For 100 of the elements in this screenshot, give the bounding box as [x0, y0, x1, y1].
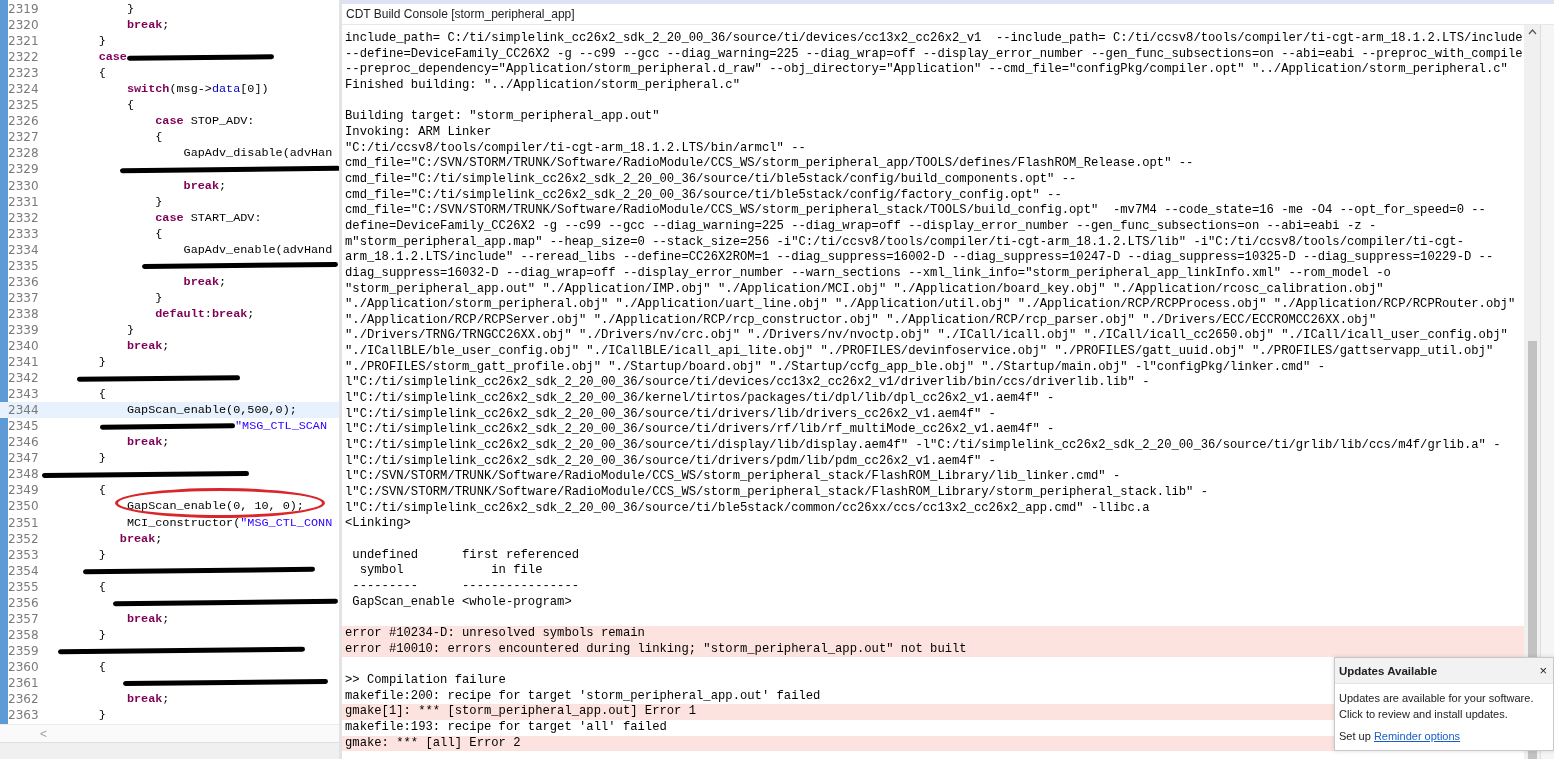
line-number: 2363 [7, 707, 40, 724]
code-line: break; [125, 17, 170, 34]
line-number: 2323 [7, 65, 40, 82]
code-line: { [97, 386, 106, 403]
code-line: { [97, 578, 106, 595]
line-number: 2332 [7, 209, 40, 226]
line-number: 2347 [7, 450, 40, 467]
console-line: include_path= C:/ti/simplelink_cc26x2_sdk_2_20_00_36/source/ti/devices/cc13x2_cc26x2_v1 --include_path= C:/ti/ccsv8/tools/compiler/ti-cgt-arm_18.1.2.LTS/include [345, 31, 1523, 45]
code-line: GapScan_enable(0,500,0); [125, 402, 297, 419]
scroll-up-icon[interactable] [1527, 29, 1537, 35]
console-line: l"C:/ti/simplelink_cc26x2_sdk_2_20_00_36/source/ti/display/lib/display.aem4f" -l"C:/ti/simplelink_cc26x2_sdk_2_20_00_36/source/ti/grlib/lib/ccs/m4f/grlib.a" - [345, 438, 1501, 453]
code-line: { [97, 658, 106, 675]
code-line: } [154, 193, 163, 210]
code-line: case START_ADV: [154, 209, 262, 226]
console-line: makefile:200: recipe for target 'storm_peripheral_app.out' failed [345, 688, 821, 703]
error-line: gmake[1]: *** [storm_peripheral_app.out] Error 1 [345, 704, 697, 719]
code-line: } [97, 626, 106, 643]
line-number: 2339 [7, 321, 40, 338]
console-line: l"C:/SVN/STORM/TRUNK/Software/RadioModule/CCS_WS/storm_peripheral_stack/FlashROM_Library/storm_peripheral_stack.lib" - [345, 485, 1208, 500]
console-line: --define=DeviceFamily_CC26X2 -g --c99 --gcc --diag_warning=225 --diag_wrap=off --display_error_number --gen_func_subsections=on --abi=eabi --preproc_with_compile [345, 46, 1523, 61]
code-line: break; [125, 691, 170, 708]
line-number: 2337 [7, 289, 40, 306]
code-line: } [97, 707, 106, 724]
line-number: 2319 [7, 1, 40, 17]
code-line: { [97, 65, 106, 82]
code-line: break; [125, 338, 170, 354]
console-line: GapScan_enable <whole-program> [351, 594, 572, 609]
console-line: undefined first referenced [351, 547, 580, 562]
console-line: define=DeviceFamily_CC26X2 -g --c99 --gcc --diag_warning=225 --diag_wrap=off --display_error_number --gen_func_subsections=on --abi=eabi -z - [345, 218, 1377, 233]
code-line: } [97, 450, 106, 467]
console-line: "storm_peripheral_app.out" "./Application/IMP.obj" "./Application/MCI.obj" "./Application/board_key.obj" "./Application/rcosc_calibration.obj" [345, 281, 1384, 296]
console-line: --preproc_dependency="Application/storm_peripheral.d_raw" --obj_directory="Application" --cmd_file="configPkg/compiler.opt" "../Application/storm_peripheral.c" [345, 62, 1508, 77]
code-line: } [97, 546, 106, 563]
line-number: 2333 [7, 225, 40, 242]
console-line: "./ICallBLE/ble_user_config.obj" "./ICallBLE/icall_api_lite.obj" "./PROFILES/devinfoservice.obj" "./PROFILES/gatt_uuid.obj" "./PROFILES/gattservapp_util.obj" [345, 344, 1494, 359]
console-line: l"C:/ti/simplelink_cc26x2_sdk_2_20_00_36/source/ti/drivers/lib/drivers_cc26x2_v1.aem4f" - [345, 406, 996, 421]
code-line: break; [182, 177, 227, 194]
code-line: GapAdv_disable(advHan [182, 145, 333, 162]
console-line: Finished building: "../Application/storm_peripheral.c" [345, 77, 740, 92]
line-number: 2326 [7, 113, 40, 130]
console-line: makefile:193: recipe for target 'all' failed [345, 719, 667, 734]
console-line: l"C:/ti/simplelink_cc26x2_sdk_2_20_00_36/source/ti/drivers/pdm/lib/pdm_cc26x2_v1.aem4f" - [345, 453, 996, 468]
code-line: { [154, 225, 163, 242]
line-number: 2324 [7, 81, 40, 98]
code-line: } [154, 289, 163, 306]
error-line: error #10010: errors encountered during linking; "storm_peripheral_app.out" not built [345, 641, 967, 656]
code-line: break; [125, 434, 170, 451]
line-number: 2320 [7, 17, 40, 34]
console-line: l"C:/ti/simplelink_cc26x2_sdk_2_20_00_36/source/ti/ble5stack/common/cc26xx/ccs/cc13x2_cc26x2_app.cmd" -llibc.a [345, 500, 1150, 515]
console-line: l"C:/ti/simplelink_cc26x2_sdk_2_20_00_36/source/ti/devices/cc13x2_cc26x2_v1/driverlib/bin/ccs/driverlib.lib" - [345, 375, 1150, 390]
line-number: 2362 [7, 691, 40, 708]
code-line: { [97, 482, 106, 499]
close-button[interactable]: × [1539, 663, 1547, 678]
console-line: l"C:/ti/simplelink_cc26x2_sdk_2_20_00_36/source/ti/drivers/rf/lib/rf_multiMode_cc26x2_v1.aem4f" - [345, 422, 1055, 437]
line-number: 2341 [7, 354, 40, 371]
code-line: break; [125, 610, 170, 627]
code-line: } [125, 321, 135, 338]
console-line: symbol in file [358, 563, 543, 578]
console-line: "C:/ti/ccsv8/tools/compiler/ti-cgt-arm_18.1.2.LTS/bin/armcl" -- [345, 140, 806, 155]
console-line: m"storm_peripheral_app.map" --heap_size=0 --stack_size=256 -i"C:/ti/ccsv8/tools/compiler/ti-cgt-arm_18.1.2.LTS/lib" -i"C:/ti/ccsv8/tools/compiler/ti-cgt- [345, 234, 1464, 249]
console-line: "./Drivers/TRNG/TRNGCC26XX.obj" "./Drivers/nv/crc.obj" "./Drivers/nv/nvoctp.obj" "./ICall/icall.obj" "./ICall/icall_cc2650.obj" "./ICall/icall_user_config.obj" [345, 328, 1508, 343]
console-line: cmd_file="C:/ti/simplelink_cc26x2_sdk_2_20_00_36/source/ti/ble5stack/config/factory_config.opt" -- [345, 187, 1062, 202]
code-line: case STOP_ADV: [154, 113, 255, 130]
line-number: 2338 [7, 305, 40, 322]
line-number: 2349 [7, 482, 40, 499]
line-number: 2345 [7, 418, 40, 435]
error-line: gmake: *** [all] Error 2 [345, 735, 521, 750]
line-number: 2336 [7, 273, 40, 290]
line-number: 2329 [7, 161, 40, 178]
code-line: GapAdv_enable(advHand [182, 241, 333, 258]
footer-text: Set up [1339, 730, 1372, 742]
console-line: <Linking> [345, 516, 411, 531]
line-number: 2357 [7, 610, 40, 627]
console-line: cmd_file="C:/SVN/STORM/TRUNK/Software/RadioModule/CCS_WS/storm_peripheral_stack/TOOLS/build_config.opt" -mv7M4 --code_state=16 -me -O4 --opt_for_speed=0 -- [345, 203, 1486, 218]
console-line: "./PROFILES/storm_gatt_profile.obj" "./Startup/board.obj" "./Startup/ccfg_app_ble.obj" "./Startup/main.obj" -l"configPkg/linker.cmd" - [345, 359, 1326, 374]
line-number: 2330 [7, 177, 40, 194]
code-line: } [97, 33, 106, 50]
reminder-link[interactable]: Reminder options [1373, 730, 1461, 742]
line-number: 2358 [7, 626, 40, 643]
console-line: Building target: "storm_peripheral_app.out" [345, 109, 660, 124]
notification-title: Updates Available [1339, 664, 1438, 677]
console-line: diag_suppress=16032-D --diag_wrap=off --display_error_number --warn_sections --xml_link_info="storm_peripheral_app_linkInfo.xml" --rom_model -o [345, 265, 1391, 280]
console-line: cmd_file="C:/ti/simplelink_cc26x2_sdk_2_20_00_36/source/ti/ble5stack/config/build_components.opt" -- [345, 171, 1077, 186]
line-number: 2325 [7, 97, 40, 114]
line-number: 2350 [7, 498, 40, 515]
line-number: 2354 [7, 562, 40, 579]
line-number: 2361 [7, 675, 40, 691]
line-number: 2344 [7, 402, 40, 419]
code-line: { [154, 129, 163, 146]
console-line: --------- ---------------- [351, 578, 580, 593]
code-line: } [97, 354, 106, 371]
line-number: 2360 [7, 658, 40, 675]
console-line: Invoking: ARM Linker [345, 124, 492, 139]
line-number: 2355 [7, 578, 40, 595]
line-number: 2352 [7, 530, 40, 547]
line-number: 2346 [7, 434, 40, 451]
console-line: l"C:/SVN/STORM/TRUNK/Software/RadioModule/CCS_WS/storm_peripheral_stack/FlashROM_Library/lib_linker.cmd" - [345, 469, 1121, 484]
line-number: 2342 [7, 370, 40, 387]
code-line: MCI_constructor("MSG_CTL_CONN [125, 514, 333, 531]
console-title: CDT Build Console [storm_peripheral_app] [345, 6, 576, 23]
